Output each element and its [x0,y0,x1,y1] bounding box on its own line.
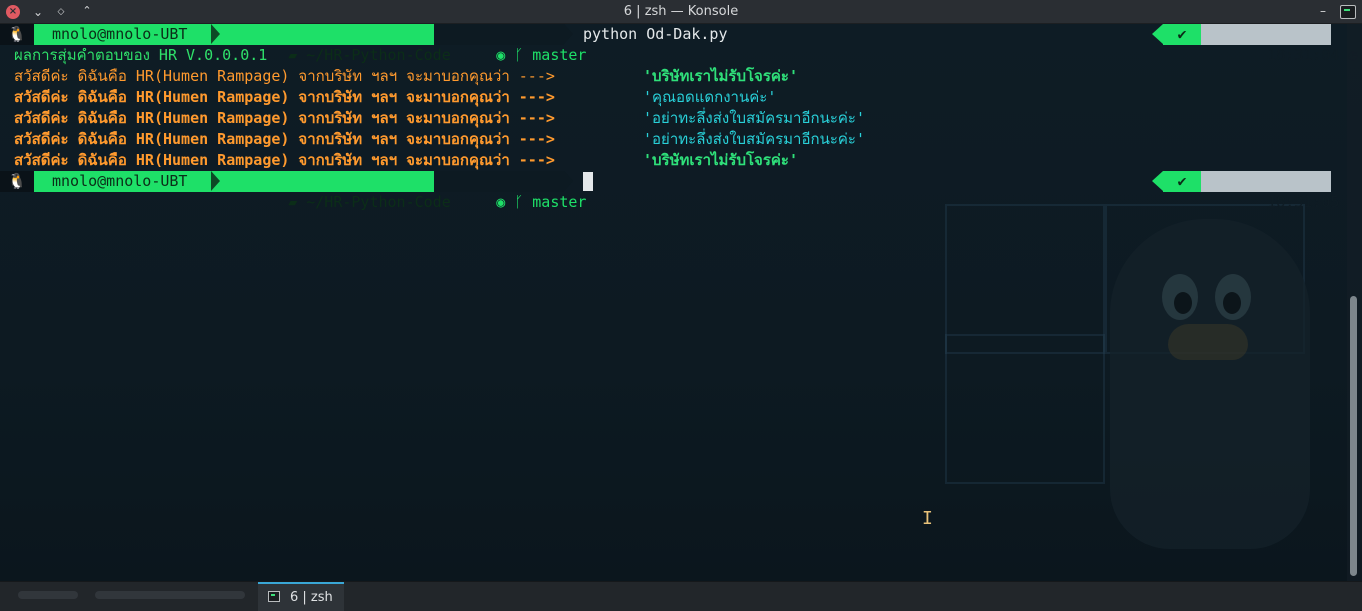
wallpaper-penguin-beak [1168,324,1248,360]
prompt-git: ◉ ᚴ master [434,24,586,64]
output-intro: สวัสดีค่ะ ดิฉันคือ HR(Humen Rampage) จาก… [14,130,555,148]
output-line: ผลการสุ่มคำตอบของ HR V.0.0.0.1 [0,45,1340,66]
prompt-time: 18:31:04 ◷ [1201,24,1358,64]
folder-icon: ▰ [288,193,307,211]
output-intro: สวัสดีค่ะ ดิฉันคือ HR(Humen Rampage) จาก… [14,151,555,169]
text-cursor[interactable] [583,172,593,191]
separator-icon [211,171,220,191]
taskbar-shadow [95,591,245,599]
prompt-user-host: mnolo@mnolo-UBT [34,24,222,45]
terminal-icon [268,591,280,602]
prompt-time: 18:31:05 ◷ [1201,171,1358,211]
title-bar: × ⌄ ◇ ⌃ 6 | zsh — Konsole – [0,0,1362,24]
prompt-line: 🐧 mnolo@mnolo-UBT ▰ ~/HR-Python-Code ◉ ᚴ… [0,24,1358,64]
output-line: สวัสดีค่ะ ดิฉันคือ HR(Humen Rampage) จาก… [0,87,1340,108]
output-line: สวัสดีค่ะ ดิฉันคือ HR(Humen Rampage) จาก… [0,150,1340,171]
github-icon: ◉ [496,193,515,211]
wallpaper-penguin [1110,219,1310,549]
wallpaper-penguin-pupil [1174,292,1192,314]
output-intro: สวัสดีค่ะ ดิฉันคือ HR(Humen Rampage) จาก… [14,88,555,106]
mouse-ibeam-icon: I [922,508,933,529]
prompt-user-host: mnolo@mnolo-UBT [34,171,222,192]
separator-icon [564,171,573,191]
output-line: สวัสดีค่ะ ดิฉันคือ HR(Humen Rampage) จาก… [0,129,1340,150]
tab-zsh[interactable]: 6 | zsh [258,582,344,611]
separator-icon [211,24,220,44]
tab-label: 6 | zsh [290,590,333,605]
terminal-app-icon[interactable] [1340,5,1356,19]
scrollbar-thumb[interactable] [1350,296,1357,576]
tab-bar: 6 | zsh [0,581,1362,611]
prompt-directory: ▰ ~/HR-Python-Code [222,171,451,211]
prompt-branch: master [532,193,587,211]
output-line: สวัสดีค่ะ ดิฉันคือ HR(Humen Rampage) จาก… [0,66,1340,87]
output-line: สวัสดีค่ะ ดิฉันคือ HR(Humen Rampage) จาก… [0,108,1340,129]
output-answer: 'บริษัทเราไม่รับโจรค่ะ' [643,151,799,169]
branch-icon: ᚴ [514,193,533,211]
status-check-icon: ✔ [1163,24,1201,45]
linux-icon: 🐧 [0,171,34,192]
separator-icon [564,24,573,44]
window-title: 6 | zsh — Konsole [623,4,739,19]
linux-icon: 🐧 [0,24,34,45]
output-answer: 'อย่าทะลึ่งส่งใบสมัครมาอีกนะค่ะ' [643,130,866,148]
separator-icon [1152,171,1163,191]
taskbar-shadow [18,591,78,599]
output-answer: 'อย่าทะลึ่งส่งใบสมัครมาอีกนะค่ะ' [643,109,866,127]
status-check-icon: ✔ [1163,171,1201,192]
minimize-icon[interactable]: – [1316,4,1330,18]
output-intro: สวัสดีค่ะ ดิฉันคือ HR(Humen Rampage) จาก… [14,109,555,127]
prompt-line: 🐧 mnolo@mnolo-UBT ▰ ~/HR-Python-Code ◉ ᚴ… [0,171,1358,211]
prompt-time-text: 18:31:05 [1267,193,1340,211]
command-text: python Od-Dak.py [583,25,728,43]
wallpaper-penguin-pupil [1223,292,1241,314]
output-answer: 'บริษัทเราไม่รับโจรค่ะ' [643,67,799,85]
output-intro: สวัสดีค่ะ ดิฉันคือ HR(Humen Rampage) จาก… [14,67,555,85]
output-header: ผลการสุ่มคำตอบของ HR V.0.0.0.1 [14,46,268,64]
prompt-directory-text: ~/HR-Python-Code [306,193,451,211]
separator-icon [1152,24,1163,44]
prompt-directory: ▰ ~/HR-Python-Code [222,24,451,64]
terminal-view[interactable]: 🐧 mnolo@mnolo-UBT ▰ ~/HR-Python-Code ◉ ᚴ… [0,24,1362,581]
wallpaper-window-shape [945,204,1105,354]
wallpaper-window-shape [945,334,1105,484]
prompt-git: ◉ ᚴ master [434,171,586,211]
output-answer: 'คุณอดแดกงานค่ะ' [643,88,777,106]
